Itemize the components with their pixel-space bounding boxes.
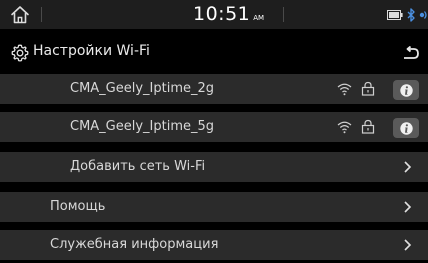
- lock-icon: [361, 81, 375, 96]
- add-network-label: Добавить сеть Wi-Fi: [70, 159, 206, 174]
- page-title: Настройки Wi-Fi: [33, 43, 150, 59]
- chevron-right-icon: [404, 161, 412, 173]
- status-bar: 10:51 AM: [0, 0, 428, 29]
- home-icon: [11, 6, 29, 24]
- status-separator: [41, 7, 42, 22]
- network-name: CMA_Geely_Iptime_5g: [70, 119, 215, 134]
- network-info-button[interactable]: [393, 80, 419, 100]
- bluetooth-icon: [407, 8, 415, 22]
- service-info-menu-item[interactable]: Служебная информация: [0, 230, 428, 260]
- add-wifi-network-item[interactable]: Добавить сеть Wi-Fi: [0, 152, 428, 182]
- chevron-right-icon: [404, 201, 412, 213]
- back-arrow-icon: [404, 45, 419, 59]
- wifi-icon: [337, 121, 352, 134]
- signal-icon: [419, 11, 427, 19]
- help-menu-item[interactable]: Помощь: [0, 192, 428, 222]
- help-label: Помощь: [50, 199, 106, 214]
- info-icon: [399, 121, 413, 135]
- wifi-network-item[interactable]: CMA_Geely_Iptime_2g: [0, 74, 428, 104]
- chevron-right-icon: [404, 239, 412, 251]
- battery-icon: [387, 10, 403, 20]
- info-icon: [399, 83, 413, 97]
- wifi-icon: [337, 83, 352, 96]
- clock-time: 10:51: [193, 3, 251, 25]
- wifi-network-item[interactable]: CMA_Geely_Iptime_5g: [0, 112, 428, 142]
- network-info-button[interactable]: [393, 118, 419, 138]
- back-button[interactable]: [400, 42, 422, 64]
- gear-icon: [11, 44, 29, 62]
- network-name: CMA_Geely_Iptime_2g: [70, 81, 215, 96]
- lock-icon: [361, 119, 375, 134]
- service-info-label: Служебная информация: [50, 237, 219, 252]
- clock-ampm: AM: [253, 14, 265, 22]
- status-icons: [387, 8, 428, 22]
- home-button[interactable]: [8, 3, 32, 26]
- clock: 10:51 AM: [193, 0, 264, 29]
- page-header: Настройки Wi-Fi: [0, 40, 428, 66]
- status-separator: [283, 7, 284, 22]
